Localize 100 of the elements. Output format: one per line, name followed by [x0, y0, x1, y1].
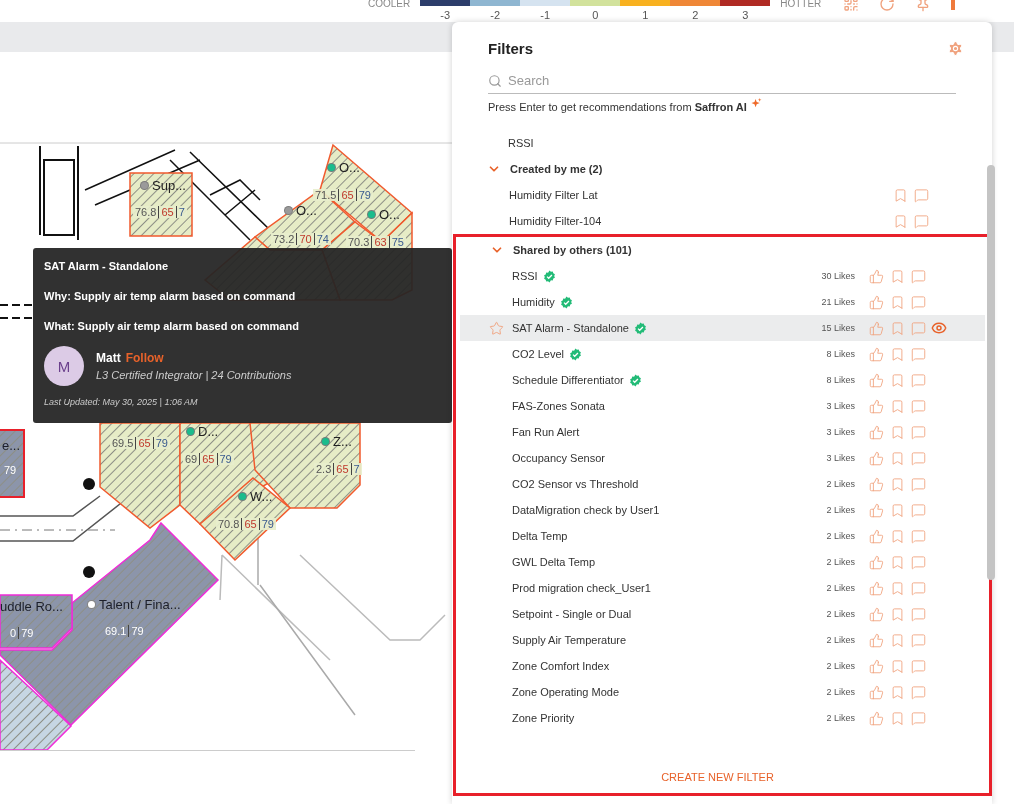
star-icon[interactable] [489, 320, 504, 336]
thumbs-up-icon[interactable] [868, 606, 884, 622]
thumbs-up-icon[interactable] [868, 528, 884, 544]
bookmark-icon[interactable] [889, 294, 905, 310]
comment-icon[interactable] [910, 450, 926, 466]
refresh-icon[interactable] [879, 0, 896, 12]
bookmark-icon[interactable] [889, 346, 905, 362]
thumbs-up-icon[interactable] [868, 710, 884, 726]
follow-link[interactable]: Follow [125, 351, 164, 365]
filter-row[interactable]: Humidity Filter-104 [457, 208, 988, 234]
zone-label: Sup... [152, 178, 186, 193]
scrollbar[interactable] [987, 165, 995, 580]
filter-name: Humidity Filter-104 [509, 215, 602, 227]
bookmark-icon[interactable] [889, 554, 905, 570]
filter-row[interactable]: Fan Run Alert 3 Likes [460, 419, 985, 445]
qr-code-icon[interactable] [843, 0, 860, 12]
comment-icon[interactable] [910, 502, 926, 518]
bookmark-icon[interactable] [889, 528, 905, 544]
comment-icon[interactable] [910, 710, 926, 726]
bookmark-icon[interactable] [889, 580, 905, 596]
thumbs-up-icon[interactable] [868, 658, 884, 674]
thumbs-up-icon[interactable] [868, 320, 884, 336]
bookmark-icon[interactable] [889, 606, 905, 622]
filter-row[interactable]: Supply Air Temperature 2 Likes [460, 627, 985, 653]
comment-icon[interactable] [910, 294, 926, 310]
thumbs-up-icon[interactable] [868, 580, 884, 596]
create-filter-button[interactable]: CREATE NEW FILTER [657, 767, 778, 787]
comment-icon[interactable] [910, 424, 926, 440]
eye-icon[interactable] [931, 320, 947, 336]
thumbs-up-icon[interactable] [868, 632, 884, 648]
filter-row[interactable]: Zone Operating Mode 2 Likes [460, 679, 985, 705]
comment-icon[interactable] [913, 213, 929, 229]
filter-row[interactable]: Zone Comfort Index 2 Likes [460, 653, 985, 679]
panel-title: Filters [488, 39, 533, 57]
filter-name: GWL Delta Temp [512, 556, 596, 568]
bookmark-icon[interactable] [889, 268, 905, 284]
thumbs-up-icon[interactable] [868, 372, 884, 388]
bookmark-icon[interactable] [889, 372, 905, 388]
comment-icon[interactable] [913, 187, 929, 203]
menu-tab[interactable] [951, 0, 956, 10]
comment-icon[interactable] [910, 658, 926, 674]
filter-row[interactable]: DataMigration check by User1 2 Likes [460, 497, 985, 523]
filter-row[interactable]: Delta Temp 2 Likes [460, 523, 985, 549]
legend-value: -1 [540, 9, 551, 21]
tooltip-why: Why: Supply air temp alarm based on command [44, 290, 297, 302]
bookmark-icon[interactable] [889, 450, 905, 466]
filter-row[interactable]: Zone Priority 2 Likes [460, 705, 985, 731]
bookmark-icon[interactable] [889, 424, 905, 440]
filter-name: DataMigration check by User1 [512, 504, 660, 516]
bookmark-icon[interactable] [892, 187, 908, 203]
comment-icon[interactable] [910, 606, 926, 622]
comment-icon[interactable] [910, 528, 926, 544]
bookmark-icon[interactable] [892, 213, 908, 229]
thumbs-up-icon[interactable] [868, 476, 884, 492]
filter-row[interactable]: Humidity 21 Likes [460, 289, 985, 315]
comment-icon[interactable] [910, 398, 926, 414]
bookmark-icon[interactable] [889, 632, 905, 648]
bookmark-icon[interactable] [889, 320, 905, 336]
likes-count: 2 Likes [826, 479, 855, 489]
filter-row[interactable]: Occupancy Sensor 3 Likes [460, 445, 985, 471]
filter-row[interactable]: Prod migration check_User1 2 Likes [460, 575, 985, 601]
bookmark-icon[interactable] [889, 398, 905, 414]
comment-icon[interactable] [910, 632, 926, 648]
thumbs-up-icon[interactable] [868, 294, 884, 310]
comment-icon[interactable] [910, 554, 926, 570]
thumbs-up-icon[interactable] [868, 684, 884, 700]
thumbs-up-icon[interactable] [868, 398, 884, 414]
filter-row[interactable]: FAS-Zones Sonata 3 Likes [460, 393, 985, 419]
filter-row[interactable]: CO2 Sensor vs Threshold 2 Likes [460, 471, 985, 497]
comment-icon[interactable] [910, 684, 926, 700]
settings-icon[interactable] [947, 39, 964, 57]
bookmark-icon[interactable] [889, 476, 905, 492]
bookmark-icon[interactable] [889, 502, 905, 518]
filter-row[interactable]: SAT Alarm - Standalone 15 Likes [460, 315, 985, 341]
thumbs-up-icon[interactable] [868, 502, 884, 518]
bookmark-icon[interactable] [889, 658, 905, 674]
comment-icon[interactable] [910, 372, 926, 388]
comment-icon[interactable] [910, 320, 926, 336]
bookmark-icon[interactable] [889, 710, 905, 726]
filter-row[interactable]: CO2 Level 8 Likes [460, 341, 985, 367]
thumbs-up-icon[interactable] [868, 450, 884, 466]
filter-row[interactable]: GWL Delta Temp 2 Likes [460, 549, 985, 575]
zone-readings: 79 [3, 464, 18, 476]
thumbs-up-icon[interactable] [868, 346, 884, 362]
section-header[interactable]: Shared by others (101) [456, 237, 636, 263]
section-header[interactable]: Created by me (2) [453, 156, 607, 182]
filter-row[interactable]: Schedule Differentiator 8 Likes [460, 367, 985, 393]
bookmark-icon[interactable] [889, 684, 905, 700]
comment-icon[interactable] [910, 580, 926, 596]
thumbs-up-icon[interactable] [868, 554, 884, 570]
filter-row[interactable]: Humidity Filter Lat [457, 182, 988, 208]
filter-row[interactable]: Setpoint - Single or Dual 2 Likes [460, 601, 985, 627]
comment-icon[interactable] [910, 346, 926, 362]
comment-icon[interactable] [910, 268, 926, 284]
filter-row[interactable]: RSSI 30 Likes [460, 263, 985, 289]
thumbs-up-icon[interactable] [868, 268, 884, 284]
filter-name: Fan Run Alert [512, 426, 580, 438]
comment-icon[interactable] [910, 476, 926, 492]
thumbs-up-icon[interactable] [868, 424, 884, 440]
filter-row[interactable]: RSSI [456, 130, 988, 156]
